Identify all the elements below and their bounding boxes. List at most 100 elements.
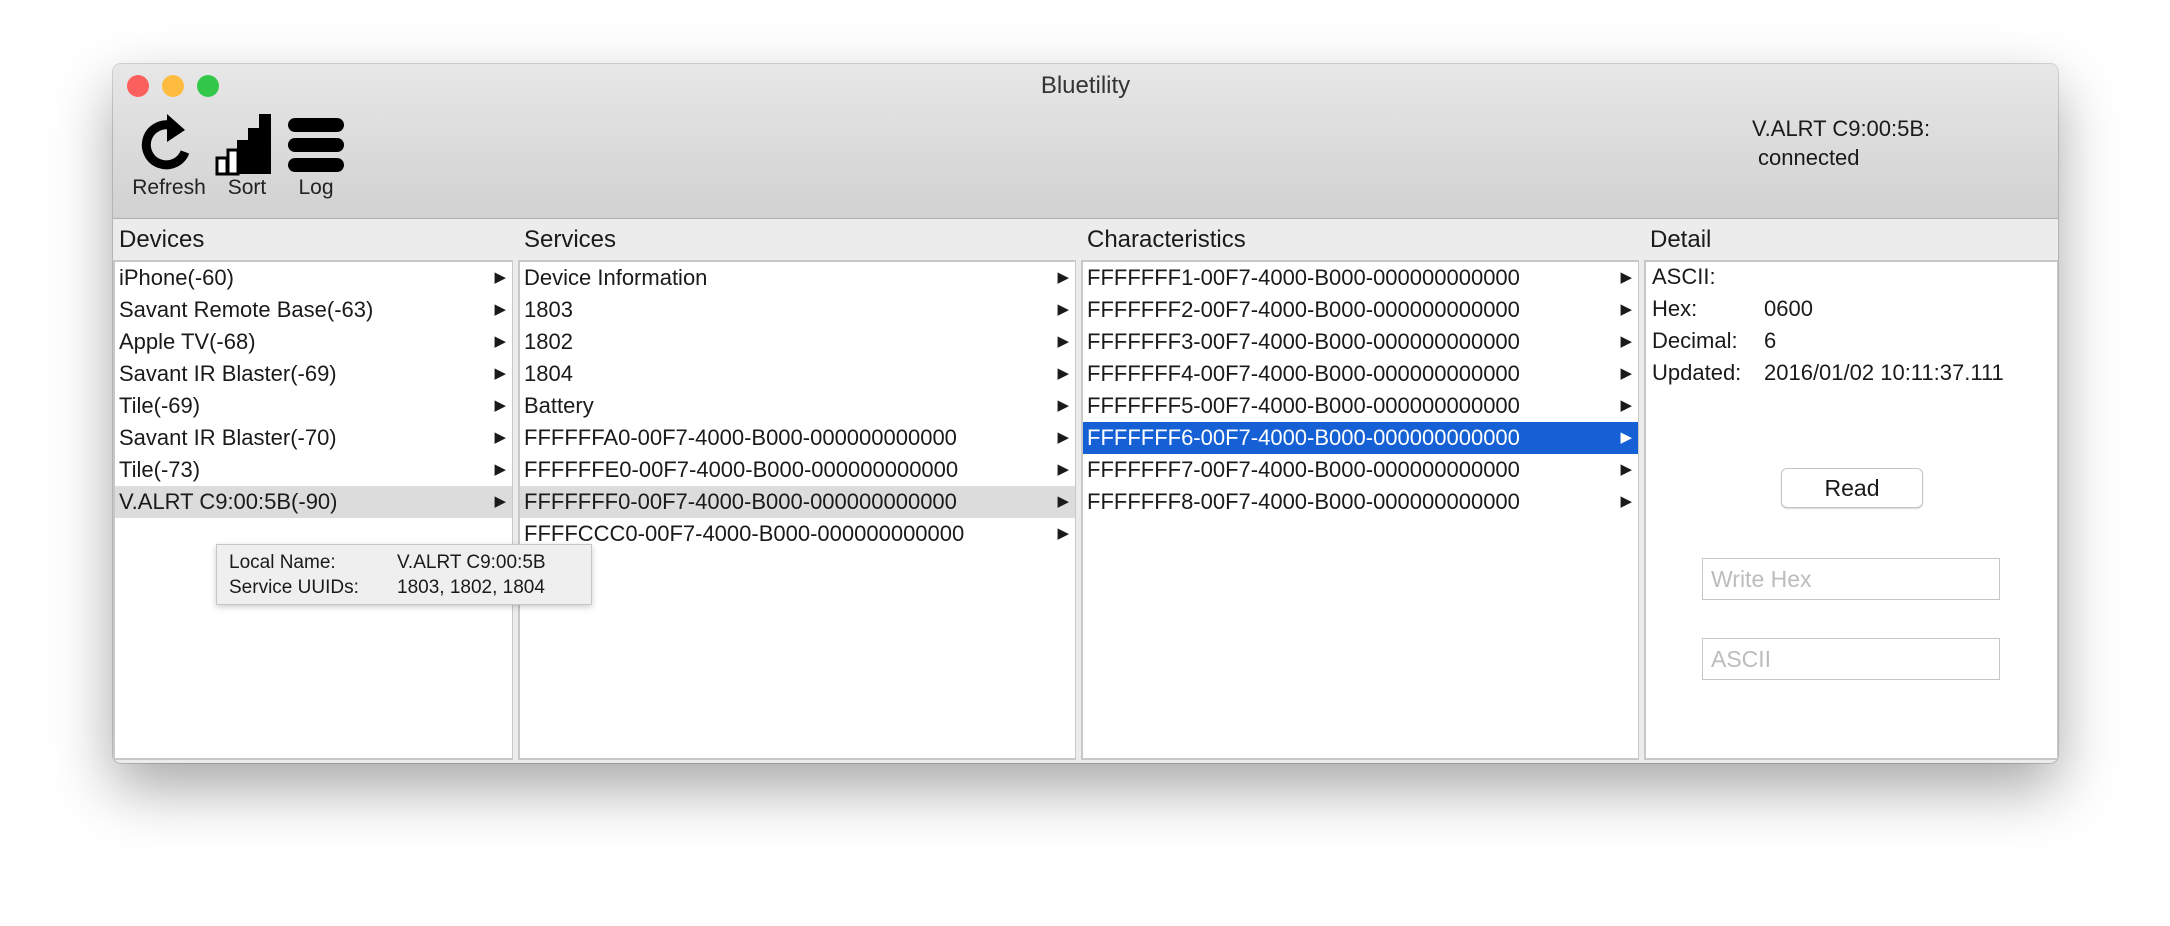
device-row[interactable]: Savant Remote Base(-63) ▶: [115, 294, 512, 326]
disclosure-arrow-icon: ▶: [494, 301, 506, 318]
services-header: Services: [524, 226, 617, 253]
ascii-label: ASCII:: [1652, 264, 1716, 289]
service-row[interactable]: 1803 ▶: [520, 294, 1075, 326]
service-row[interactable]: FFFFFFF0-00F7-4000-B000-000000000000 ▶: [520, 486, 1075, 518]
service-row-label: 1803: [524, 297, 573, 322]
disclosure-arrow-icon: ▶: [1057, 397, 1069, 414]
disclosure-arrow-icon: ▶: [494, 397, 506, 414]
disclosure-arrow-icon: ▶: [1057, 301, 1069, 318]
device-tooltip: Local Name: V.ALRT C9:00:5B Service UUIDs…: [216, 544, 592, 605]
refresh-label: Refresh: [132, 176, 206, 199]
service-row-label: 1802: [524, 329, 573, 354]
log-label: Log: [298, 176, 334, 199]
app-window: Bluetility Refresh Sort Log V.ALRT C9:00…: [113, 64, 2058, 763]
device-row-label: Savant Remote Base(-63): [119, 297, 374, 322]
service-row[interactable]: FFFFCCC0-00F7-4000-B000-000000000000 ▶: [520, 518, 1075, 550]
characteristics-header: Characteristics: [1087, 226, 1246, 253]
service-row[interactable]: 1804 ▶: [520, 358, 1075, 390]
read-button[interactable]: Read: [1781, 468, 1923, 508]
device-row-label: Apple TV(-68): [119, 329, 256, 354]
disclosure-arrow-icon: ▶: [1620, 333, 1632, 350]
disclosure-arrow-icon: ▶: [1057, 525, 1069, 542]
characteristic-row-label: FFFFFFF2-00F7-4000-B000-000000000000: [1087, 297, 1520, 322]
device-row-label: Savant IR Blaster(-70): [119, 425, 337, 450]
window-title: Bluetility: [1040, 72, 1131, 99]
service-row[interactable]: 1802 ▶: [520, 326, 1075, 358]
device-row[interactable]: V.ALRT C9:00:5B(-90) ▶: [115, 486, 512, 518]
services-list[interactable]: Device Information ▶ 1803 ▶ 1802 ▶ 1804 ▶ Batter…: [518, 260, 1076, 760]
devices-header: Devices: [119, 226, 205, 253]
refresh-button[interactable]: Refresh: [129, 112, 209, 200]
write-hex-input[interactable]: [1702, 558, 2000, 600]
characteristic-row[interactable]: FFFFFFF3-00F7-4000-B000-000000000000 ▶: [1083, 326, 1638, 358]
device-row-label: iPhone(-60): [119, 265, 234, 290]
characteristics-list[interactable]: FFFFFFF1-00F7-4000-B000-000000000000 ▶ FFF…: [1081, 260, 1639, 760]
device-row[interactable]: Apple TV(-68) ▶: [115, 326, 512, 358]
device-row[interactable]: Tile(-69) ▶: [115, 390, 512, 422]
characteristic-row-label: FFFFFFF5-00F7-4000-B000-000000000000: [1087, 393, 1520, 418]
decimal-value: 6: [1764, 328, 1777, 353]
disclosure-arrow-icon: ▶: [1057, 269, 1069, 286]
log-button[interactable]: Log: [281, 112, 351, 200]
log-icon: [288, 118, 344, 172]
status-device: V.ALRT C9:00:5B:: [1752, 116, 1931, 141]
updated-value: 2016/01/02 10:11:37.111: [1764, 360, 2004, 385]
disclosure-arrow-icon: ▶: [494, 429, 506, 446]
tooltip-local-name-label: Local Name:: [229, 552, 336, 573]
disclosure-arrow-icon: ▶: [1620, 269, 1632, 286]
service-row-label: 1804: [524, 361, 573, 386]
tooltip-uuids: 1803, 1802, 1804: [397, 577, 545, 598]
ascii-input[interactable]: [1702, 638, 2000, 680]
service-row[interactable]: Battery ▶: [520, 390, 1075, 422]
refresh-icon: [141, 114, 190, 170]
service-row-label: Battery: [524, 393, 594, 418]
tooltip-local-name: V.ALRT C9:00:5B: [397, 552, 546, 573]
disclosure-arrow-icon: ▶: [1057, 429, 1069, 446]
disclosure-arrow-icon: ▶: [1620, 301, 1632, 318]
decimal-label: Decimal:: [1652, 328, 1738, 353]
connection-status: V.ALRT C9:00:5B: connected: [1752, 114, 1930, 172]
disclosure-arrow-icon: ▶: [494, 493, 506, 510]
device-row-label: Savant IR Blaster(-69): [119, 361, 337, 386]
service-row[interactable]: FFFFFFA0-00F7-4000-B000-000000000000 ▶: [520, 422, 1075, 454]
disclosure-arrow-icon: ▶: [1620, 461, 1632, 478]
disclosure-arrow-icon: ▶: [494, 461, 506, 478]
characteristic-row[interactable]: FFFFFFF5-00F7-4000-B000-000000000000 ▶: [1083, 390, 1638, 422]
sort-label: Sort: [227, 176, 267, 199]
sort-button[interactable]: Sort: [213, 112, 281, 200]
device-row-label: V.ALRT C9:00:5B(-90): [119, 489, 338, 514]
disclosure-arrow-icon: ▶: [1057, 333, 1069, 350]
updated-label: Updated:: [1652, 360, 1742, 385]
characteristic-row[interactable]: FFFFFFF1-00F7-4000-B000-000000000000 ▶: [1083, 262, 1638, 294]
device-row[interactable]: Savant IR Blaster(-70) ▶: [115, 422, 512, 454]
sort-icon: [215, 114, 271, 176]
device-row[interactable]: Tile(-73) ▶: [115, 454, 512, 486]
detail-header: Detail: [1650, 226, 1712, 253]
disclosure-arrow-icon: ▶: [494, 269, 506, 286]
devices-list[interactable]: iPhone(-60) ▶ Savant Remote Base(-63) ▶ Appl…: [113, 260, 513, 760]
device-row[interactable]: iPhone(-60) ▶: [115, 262, 512, 294]
service-row[interactable]: Device Information ▶: [520, 262, 1075, 294]
service-row-label: FFFFFFF0-00F7-4000-B000-000000000000: [524, 489, 957, 514]
device-row-label: Tile(-69): [119, 393, 201, 418]
characteristic-row[interactable]: FFFFFFF8-00F7-4000-B000-000000000000 ▶: [1083, 486, 1638, 518]
hex-value: 0600: [1764, 296, 1813, 321]
disclosure-arrow-icon: ▶: [1620, 397, 1632, 414]
characteristic-row-label: FFFFFFF8-00F7-4000-B000-000000000000: [1087, 489, 1520, 514]
title-toolbar: Bluetility Refresh Sort Log V.ALRT C9:00…: [113, 64, 2058, 219]
device-row-label: Tile(-73): [119, 457, 201, 482]
device-row[interactable]: Savant IR Blaster(-69) ▶: [115, 358, 512, 390]
characteristic-row[interactable]: FFFFFFF2-00F7-4000-B000-000000000000 ▶: [1083, 294, 1638, 326]
characteristic-row[interactable]: FFFFFFF7-00F7-4000-B000-000000000000 ▶: [1083, 454, 1638, 486]
characteristic-row[interactable]: FFFFFFF6-00F7-4000-B000-000000000000 ▶: [1083, 422, 1638, 454]
disclosure-arrow-icon: ▶: [1620, 493, 1632, 510]
characteristic-row-label: FFFFFFF3-00F7-4000-B000-000000000000: [1087, 329, 1520, 354]
service-row[interactable]: FFFFFFE0-00F7-4000-B000-000000000000 ▶: [520, 454, 1075, 486]
tooltip-uuids-label: Service UUIDs:: [229, 577, 359, 598]
characteristic-row-label: FFFFFFF4-00F7-4000-B000-000000000000: [1087, 361, 1520, 386]
detail-panel: ASCII: Hex: 0600 Decimal: 6 Updated: 201…: [1644, 260, 2058, 760]
service-row-label: FFFFFFA0-00F7-4000-B000-000000000000: [524, 425, 957, 450]
characteristic-row-label: FFFFFFF6-00F7-4000-B000-000000000000: [1087, 425, 1520, 450]
characteristic-row[interactable]: FFFFFFF4-00F7-4000-B000-000000000000 ▶: [1083, 358, 1638, 390]
service-row-label: FFFFFFE0-00F7-4000-B000-000000000000: [524, 457, 959, 482]
